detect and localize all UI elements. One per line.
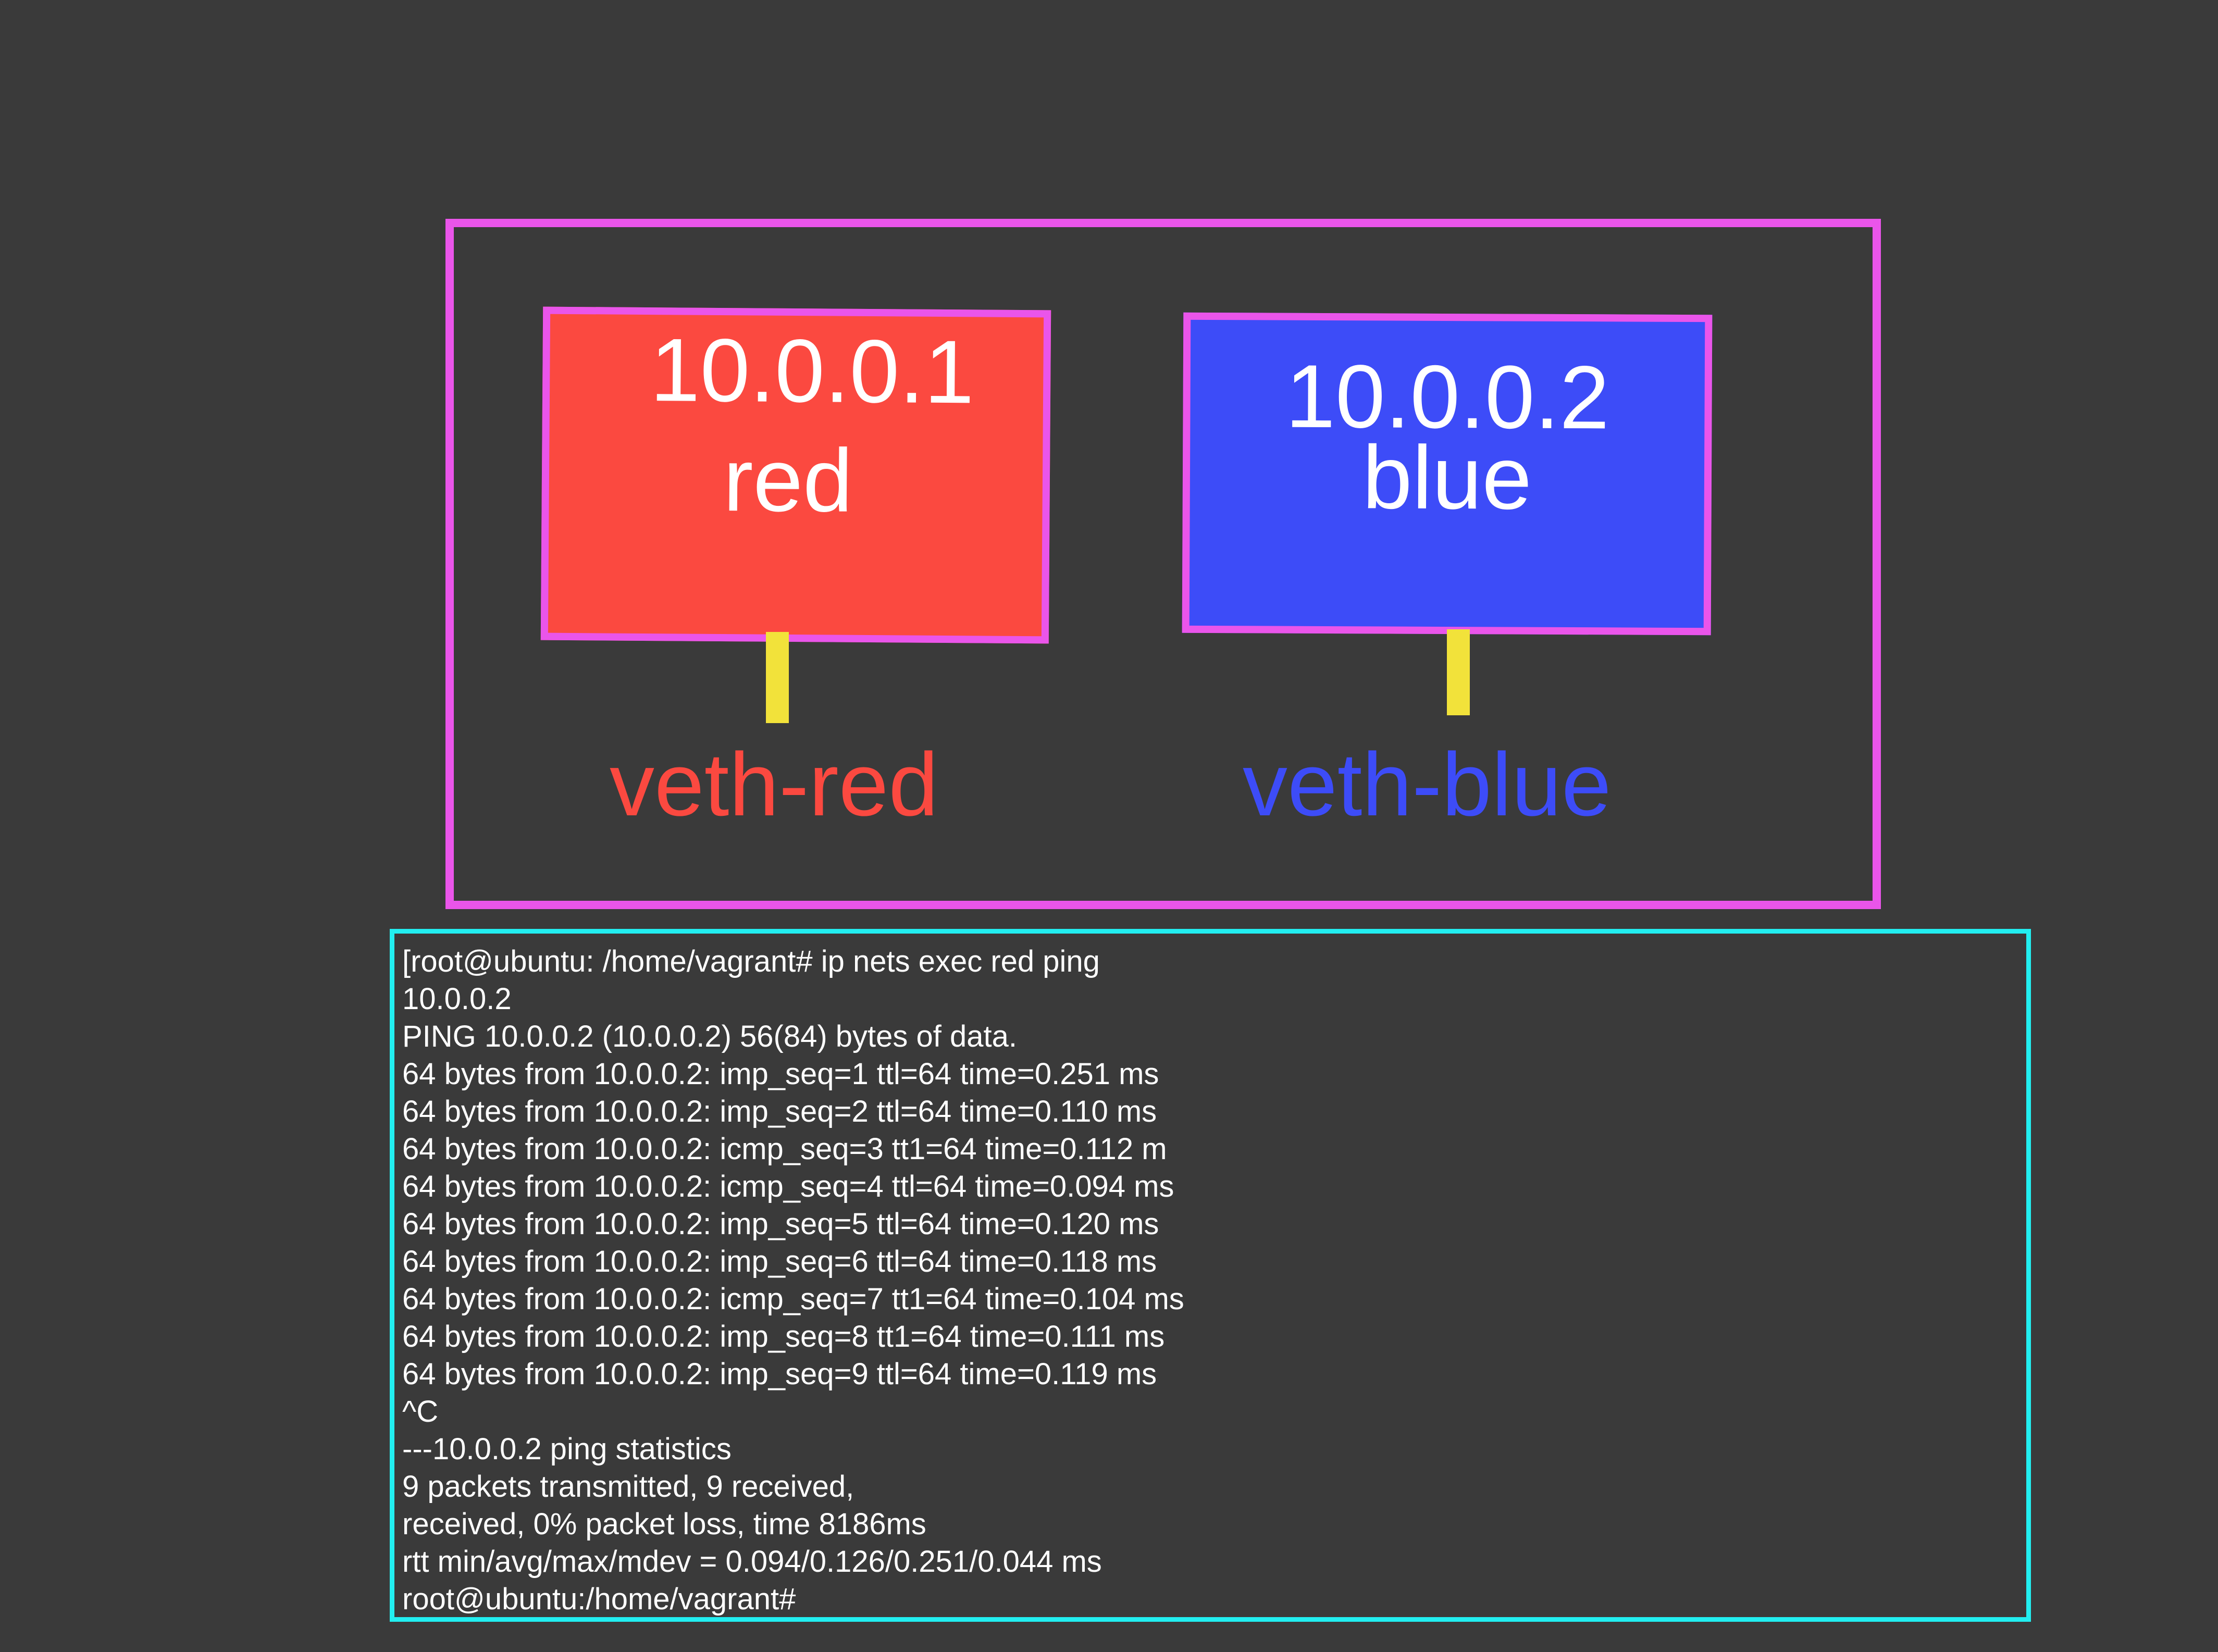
terminal-line: 64 bytes from 10.0.0.2: imp_seq=6 ttl=64… [402,1245,1157,1278]
terminal-line: 64 bytes from 10.0.0.2: imp_seq=8 tt1=64… [402,1320,1165,1353]
veth-blue-label: veth-blue [1243,735,1612,835]
terminal-line: [root@ubuntu: /home/vagrant# ip nets exe… [402,945,1100,978]
namespace-red-ip: 10.0.0.1 [650,320,975,423]
terminal-line: 64 bytes from 10.0.0.2: imp_seq=9 ttl=64… [402,1357,1157,1391]
namespace-blue-name: blue [1362,427,1532,528]
terminal-line: PING 10.0.0.2 (10.0.0.2) 56(84) bytes of… [402,1020,1018,1053]
namespace-red-name: red [723,430,853,531]
namespace-red-box: 10.0.0.1 red [540,306,1051,644]
terminal-line: root@ubuntu:/home/vagrant# [402,1582,796,1616]
veth-blue-link [1447,629,1470,715]
terminal-line: 64 bytes from 10.0.0.2: icmp_seq=3 tt1=6… [402,1132,1167,1166]
terminal-line: 64 bytes from 10.0.0.2: imp_seq=5 ttl=64… [402,1207,1159,1241]
terminal-line: ^C [402,1395,439,1429]
terminal-output: [root@ubuntu: /home/vagrant# ip nets exe… [390,929,2031,1622]
veth-red-link [766,632,789,723]
terminal-line: ---10.0.0.2 ping statistics [402,1432,732,1466]
terminal-line: 64 bytes from 10.0.0.2: imp_seq=1 ttl=64… [402,1057,1159,1091]
terminal-line: 64 bytes from 10.0.0.2: imp_seq=2 ttl=64… [402,1095,1157,1128]
namespace-blue-box: 10.0.0.2 blue [1182,312,1713,636]
terminal-line: 64 bytes from 10.0.0.2: icmp_seq=4 ttl=6… [402,1170,1174,1203]
terminal-line: rtt min/avg/max/mdev = 0.094/0.126/0.251… [402,1545,1102,1579]
terminal-line: 9 packets transmitted, 9 received, [402,1470,854,1504]
terminal-line: 10.0.0.2 [402,982,512,1016]
veth-red-label: veth-red [610,735,938,835]
terminal-line: 64 bytes from 10.0.0.2: icmp_seq=7 tt1=6… [402,1282,1184,1316]
terminal-line: received, 0% packet loss, time 8186ms [402,1507,926,1541]
